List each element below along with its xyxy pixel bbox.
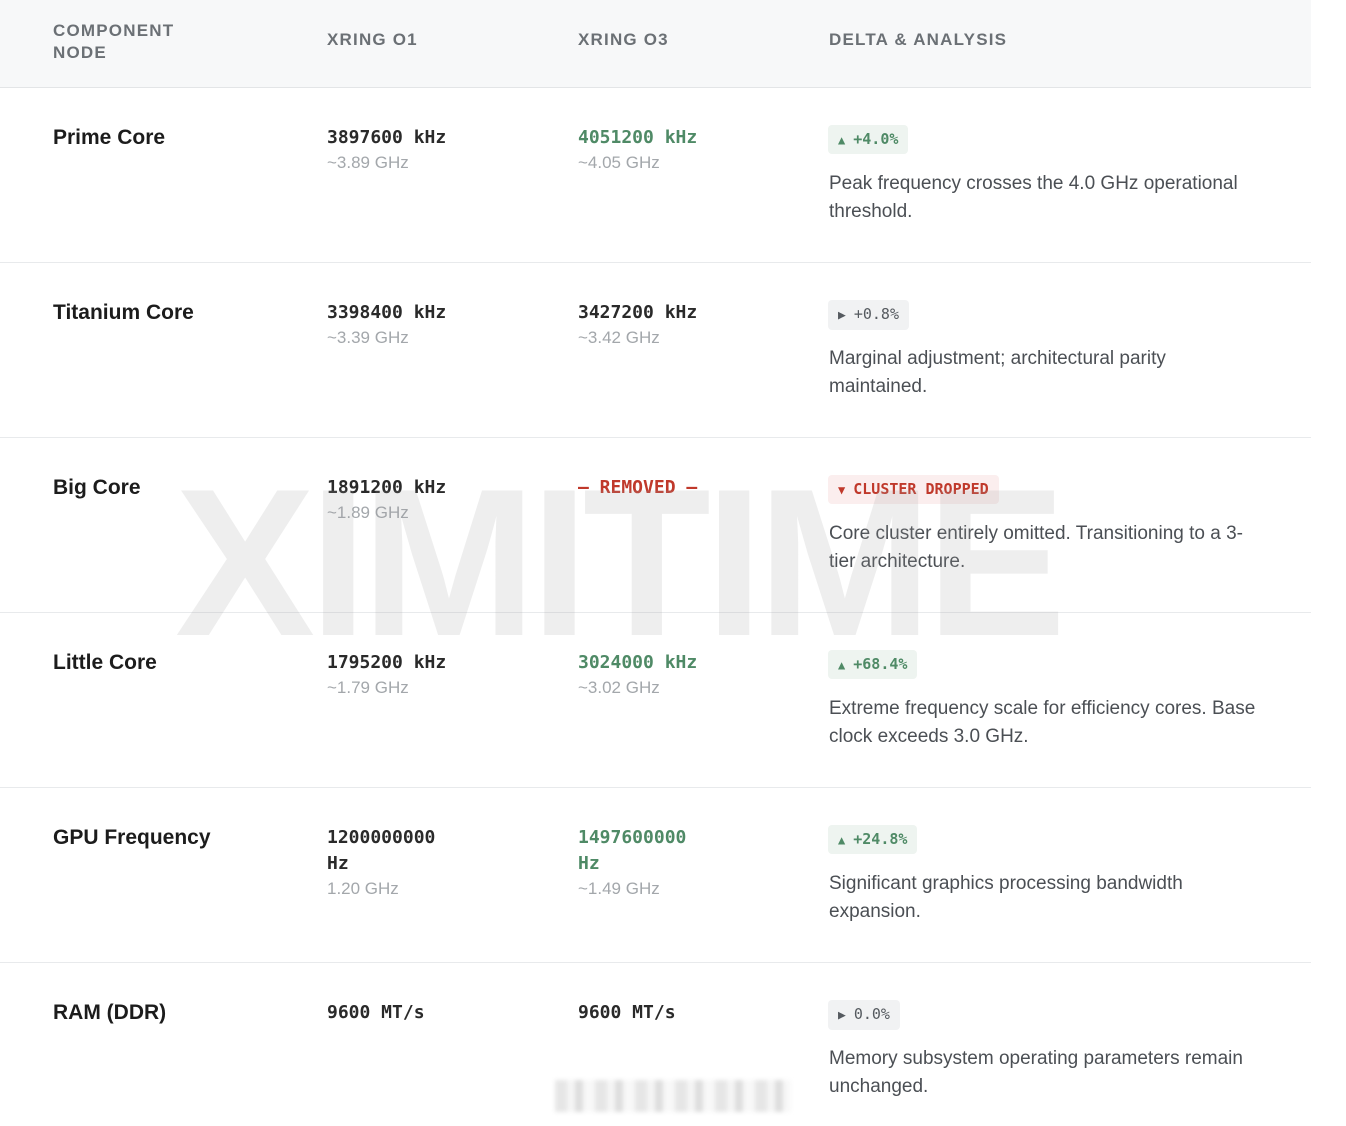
- delta-badge: ▶ +0.8%: [828, 300, 909, 330]
- table-row: Prime Core 3897600 kHz ~3.89 GHz 4051200…: [0, 88, 1311, 263]
- o1-value-sub: ~1.79 GHz: [327, 678, 409, 697]
- o1-value-main: 1200000000 Hz: [327, 827, 436, 874]
- o3-value: — REMOVED —: [578, 475, 708, 501]
- o3-value: 4051200 kHz ~4.05 GHz: [578, 125, 778, 175]
- component-name: Big Core: [53, 476, 141, 499]
- o3-value-main: 3024000 kHz: [578, 652, 698, 673]
- o3-value: 3024000 kHz ~3.02 GHz: [578, 650, 778, 700]
- o3-value-sub: ~3.42 GHz: [578, 328, 660, 347]
- o3-value: 3427200 kHz ~3.42 GHz: [578, 300, 778, 350]
- delta-badge: ▲ +24.8%: [828, 825, 918, 854]
- play-arrow-icon: ▶: [838, 1008, 846, 1023]
- o1-value: 3897600 kHz ~3.89 GHz: [327, 125, 527, 175]
- o1-value: 3398400 kHz ~3.39 GHz: [327, 300, 527, 350]
- comparison-page: COMPONENT NODE XRING O1 XRING O3 DELTA &…: [0, 0, 1346, 1126]
- o1-value-sub: 1.20 GHz: [327, 879, 399, 898]
- down-arrow-icon: ▼: [838, 483, 846, 497]
- delta-description: Marginal adjustment; architectural parit…: [829, 348, 1166, 397]
- table-row: Little Core 1795200 kHz ~1.79 GHz 302400…: [0, 613, 1311, 788]
- delta-description: Extreme frequency scale for efficiency c…: [829, 698, 1256, 747]
- delta-description: Core cluster entirely omitted. Transitio…: [829, 523, 1243, 572]
- o1-value-main: 3398400 kHz: [327, 302, 447, 323]
- delta-badge-text: 0.0%: [853, 1005, 890, 1023]
- o3-value-main: 1497600000 Hz: [578, 827, 687, 874]
- delta-badge: ▶ 0.0%: [828, 1000, 900, 1030]
- component-name: Little Core: [53, 651, 157, 674]
- delta-badge-text: +4.0%: [853, 130, 899, 148]
- o1-value: 1891200 kHz ~1.89 GHz: [327, 475, 527, 525]
- header-component: COMPONENT NODE: [53, 21, 175, 62]
- up-arrow-icon: ▲: [838, 833, 846, 847]
- o3-value: 1497600000 Hz ~1.49 GHz: [578, 825, 708, 901]
- component-name: Titanium Core: [53, 301, 194, 324]
- delta-badge-text: +68.4%: [853, 655, 908, 673]
- o1-value-main: 3897600 kHz: [327, 127, 447, 148]
- o3-value-main: 3427200 kHz: [578, 302, 698, 323]
- o3-value-removed: — REMOVED —: [578, 477, 698, 498]
- o1-value-main: 9600 MT/s: [327, 1002, 425, 1023]
- o1-value: 1795200 kHz ~1.79 GHz: [327, 650, 527, 700]
- delta-badge-text: CLUSTER DROPPED: [853, 480, 989, 498]
- delta-badge: ▲ +4.0%: [828, 125, 909, 154]
- redacted-watermark-smudge: [555, 1080, 791, 1112]
- delta-description: Memory subsystem operating parameters re…: [829, 1048, 1243, 1097]
- play-arrow-icon: ▶: [838, 308, 846, 323]
- o1-value-main: 1795200 kHz: [327, 652, 447, 673]
- o3-value-main: 4051200 kHz: [578, 127, 698, 148]
- header-delta: DELTA & ANALYSIS: [829, 30, 1008, 49]
- up-arrow-icon: ▲: [838, 658, 846, 672]
- o1-value-sub: ~1.89 GHz: [327, 503, 409, 522]
- delta-description: Peak frequency crosses the 4.0 GHz opera…: [829, 173, 1238, 222]
- o3-value-sub: ~3.02 GHz: [578, 678, 660, 697]
- delta-description: Significant graphics processing bandwidt…: [829, 873, 1183, 922]
- o1-value: 9600 MT/s: [327, 1000, 527, 1026]
- table-row: Titanium Core 3398400 kHz ~3.39 GHz 3427…: [0, 263, 1311, 438]
- delta-badge: ▲ +68.4%: [828, 650, 918, 679]
- component-name: RAM (DDR): [53, 1001, 167, 1024]
- o1-value-sub: ~3.89 GHz: [327, 153, 409, 172]
- component-name: GPU Frequency: [53, 826, 211, 849]
- o3-value: 9600 MT/s: [578, 1000, 778, 1026]
- header-xring-o1: XRING O1: [327, 30, 418, 49]
- component-name: Prime Core: [53, 126, 166, 149]
- delta-badge: ▼ CLUSTER DROPPED: [828, 475, 999, 504]
- o1-value-main: 1891200 kHz: [327, 477, 447, 498]
- o1-value-sub: ~3.39 GHz: [327, 328, 409, 347]
- o3-value-sub: ~4.05 GHz: [578, 153, 660, 172]
- o3-value-sub: ~1.49 GHz: [578, 879, 660, 898]
- o3-value-main: 9600 MT/s: [578, 1002, 676, 1023]
- up-arrow-icon: ▲: [838, 133, 846, 147]
- table-row: GPU Frequency 1200000000 Hz 1.20 GHz 149…: [0, 788, 1311, 963]
- table-header: COMPONENT NODE XRING O1 XRING O3 DELTA &…: [0, 0, 1311, 88]
- o1-value: 1200000000 Hz 1.20 GHz: [327, 825, 457, 901]
- header-xring-o3: XRING O3: [578, 30, 669, 49]
- delta-badge-text: +0.8%: [853, 305, 899, 323]
- delta-badge-text: +24.8%: [853, 830, 908, 848]
- spec-comparison-table: COMPONENT NODE XRING O1 XRING O3 DELTA &…: [0, 0, 1311, 1126]
- table-row: Big Core 1891200 kHz ~1.89 GHz — REMOVED…: [0, 438, 1311, 613]
